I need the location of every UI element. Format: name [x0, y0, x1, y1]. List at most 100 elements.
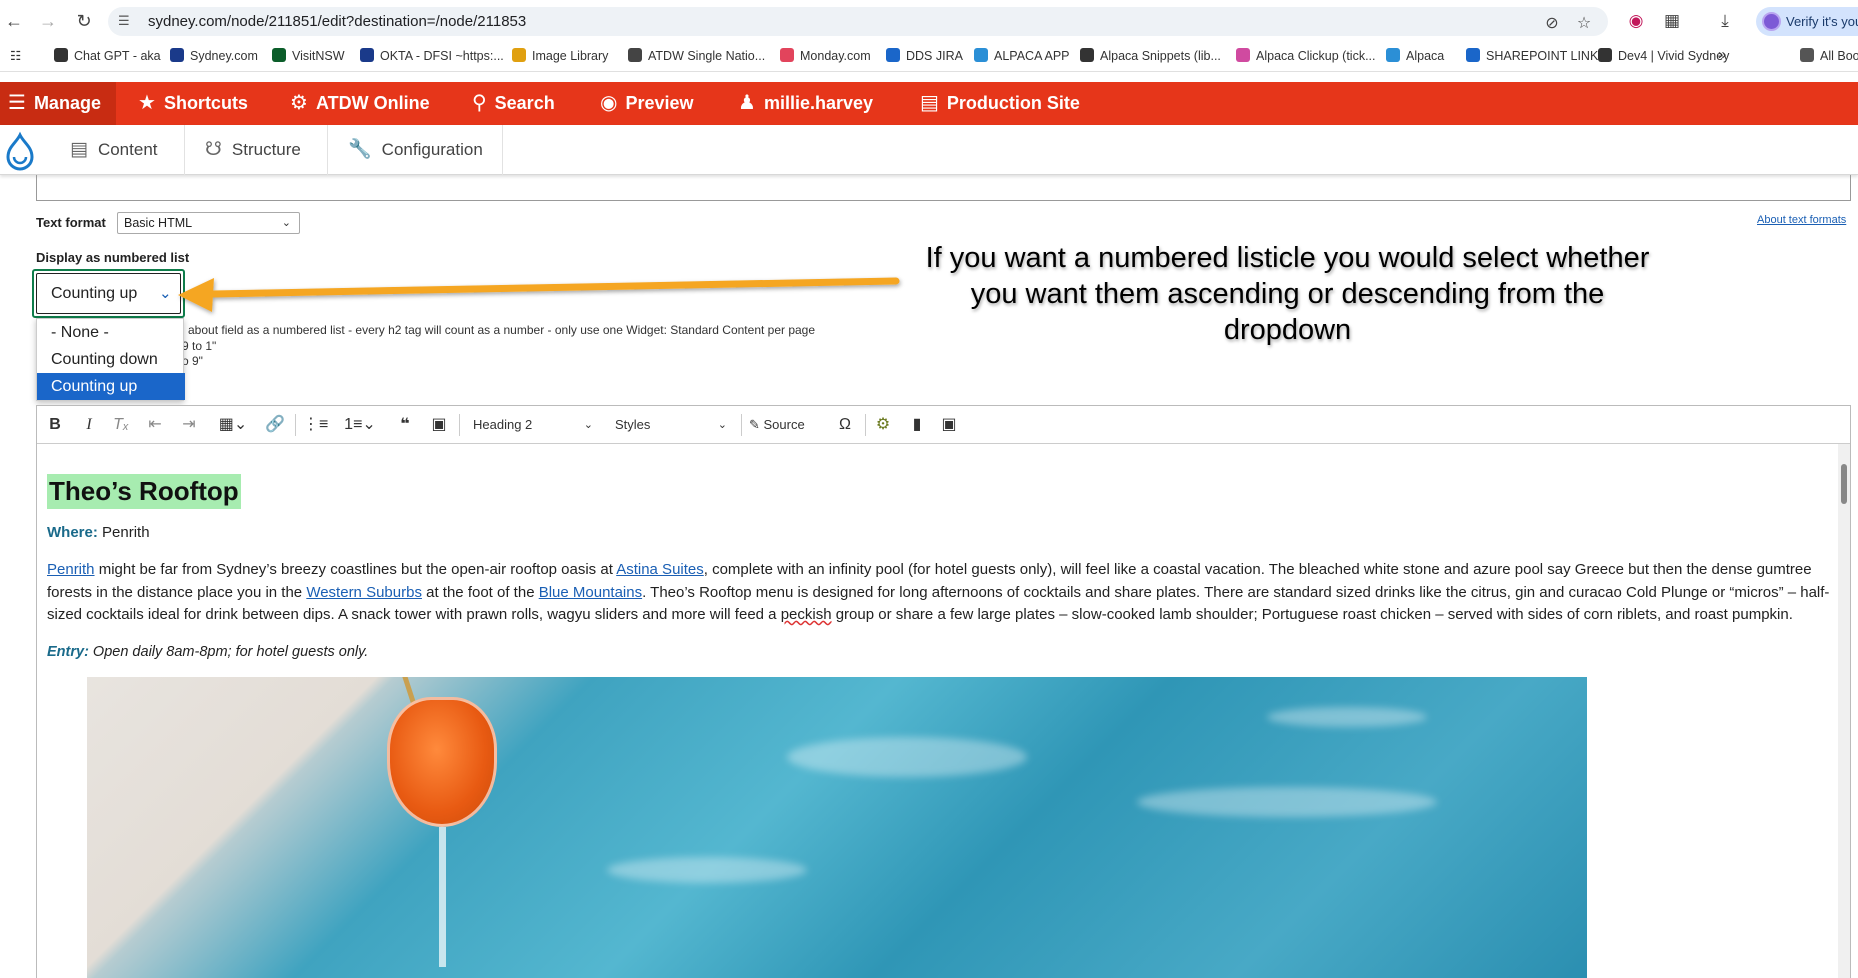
- previous-textarea[interactable]: [36, 175, 1851, 201]
- bookmark-item[interactable]: ALPACA APP: [974, 48, 1070, 63]
- numbered-list-description: about field as a numbered list - every h…: [188, 323, 816, 337]
- eye-off-icon[interactable]: ⊘: [1542, 14, 1562, 34]
- widget-icon[interactable]: ⚙: [871, 413, 895, 437]
- puzzle-icon[interactable]: ▦: [1660, 9, 1684, 33]
- drupal-logo-icon[interactable]: [0, 125, 42, 175]
- extension-icon[interactable]: ◉: [1624, 9, 1648, 33]
- user-label: millie.harvey: [763, 93, 874, 113]
- western-suburbs-link[interactable]: Western Suburbs: [306, 584, 422, 601]
- url-text[interactable]: sydney.com/node/211851/edit?destination=…: [148, 13, 526, 30]
- editor-scrollbar[interactable]: [1838, 444, 1850, 978]
- bookmark-item[interactable]: ATDW Single Natio...: [628, 48, 765, 63]
- toolbar-separator: [741, 414, 742, 436]
- back-icon[interactable]: ←: [2, 9, 26, 33]
- site-info-icon[interactable]: ☰: [118, 12, 136, 30]
- tray-structure[interactable]: ☋ Structure: [185, 125, 328, 175]
- bookmark-label: ATDW Single Natio...: [648, 49, 766, 63]
- indent-icon[interactable]: ⇥: [177, 413, 201, 437]
- styles-dropdown[interactable]: Styles ⌄: [615, 413, 727, 437]
- numbered-list-icon[interactable]: 1≡⌄: [339, 413, 381, 437]
- italic-icon[interactable]: I: [77, 413, 101, 437]
- heading-dropdown-label: Heading 2: [473, 417, 533, 432]
- address-bar[interactable]: ☰ sydney.com/node/211851/edit?destinatio…: [108, 7, 1608, 36]
- search-icon: ⚲: [472, 92, 487, 114]
- numbered-list-value: Counting up: [51, 285, 138, 302]
- reload-icon[interactable]: ↻: [72, 9, 96, 33]
- bookmark-item[interactable]: VisitNSW: [272, 48, 345, 63]
- camera-icon[interactable]: ▣: [937, 413, 961, 437]
- bookmark-label: OKTA - DFSI ~https:...: [380, 49, 504, 63]
- option-counting-up[interactable]: Counting up: [37, 373, 185, 400]
- remove-format-icon[interactable]: Tₓ: [109, 413, 133, 437]
- drupal-manage-bar: ☰ Manage ★ Shortcuts ⚙ ATDW Online ⚲ Search …: [0, 82, 1858, 125]
- bookmark-item[interactable]: Alpaca Clickup (tick...: [1236, 48, 1375, 63]
- more-bookmarks-icon[interactable]: »: [1718, 46, 1726, 63]
- bulleted-list-icon[interactable]: ⋮≡: [303, 413, 328, 437]
- penrith-link[interactable]: Penrith: [47, 561, 95, 578]
- bookmark-item[interactable]: All Boo: [1800, 48, 1858, 63]
- manage-menu[interactable]: ☰ Manage: [0, 82, 116, 125]
- option-none[interactable]: - None -: [37, 319, 185, 346]
- forward-icon[interactable]: →: [36, 9, 60, 33]
- bookmark-label: SHAREPOINT LINK: [1486, 49, 1599, 63]
- atdw-label: ATDW Online: [315, 93, 430, 113]
- bookmark-item[interactable]: Dev4 | Vivid Sydney: [1598, 48, 1729, 63]
- hamburger-icon: ☰: [8, 92, 26, 114]
- numbered-list-select[interactable]: Counting up ⌄: [32, 269, 185, 318]
- cocktail-glass: [387, 697, 497, 827]
- production-site-menu[interactable]: ▤ Production Site: [920, 82, 1080, 125]
- annotation-text: If you want a numbered listicle you woul…: [925, 242, 1650, 346]
- special-characters-icon[interactable]: Ω: [833, 413, 857, 437]
- outdent-icon[interactable]: ⇤: [143, 413, 167, 437]
- tray-content[interactable]: ▤ Content: [50, 125, 185, 175]
- pool-cocktail-image[interactable]: [87, 677, 1587, 978]
- entry-label: Entry:: [47, 644, 89, 660]
- preview-label: Preview: [625, 93, 694, 113]
- bookmark-item[interactable]: Monday.com: [780, 48, 871, 63]
- search-menu[interactable]: ⚲ Search: [472, 82, 555, 125]
- bookmark-item[interactable]: Chat GPT - aka: [54, 48, 161, 63]
- option-counting-down[interactable]: Counting down: [37, 346, 185, 373]
- shortcuts-menu[interactable]: ★ Shortcuts: [138, 82, 248, 125]
- preview-menu[interactable]: ◉ Preview: [600, 82, 694, 125]
- astina-suites-link[interactable]: Astina Suites: [616, 561, 704, 578]
- rich-text-editor: B I Tₓ ⇤ ⇥ ▦⌄ 🔗 ⋮≡ 1≡⌄ ❝ ▣ Heading 2 ⌄ St…: [36, 405, 1851, 978]
- download-icon[interactable]: ⤓: [1713, 9, 1737, 33]
- link-icon[interactable]: 🔗: [263, 413, 287, 437]
- text-format-label: Text format: [36, 215, 106, 230]
- entry-value: Open daily 8am-8pm; for hotel guests onl…: [88, 644, 369, 660]
- star-icon[interactable]: ☆: [1574, 14, 1594, 34]
- source-button[interactable]: ✎ Source: [749, 413, 829, 437]
- bookmark-item[interactable]: Alpaca Snippets (lib...: [1080, 48, 1221, 63]
- blue-mountains-link[interactable]: Blue Mountains: [539, 584, 642, 601]
- image-icon[interactable]: ▣: [427, 413, 451, 437]
- about-text-formats-link[interactable]: About text formats: [1757, 214, 1846, 226]
- table-icon[interactable]: ▦⌄: [213, 413, 253, 437]
- user-menu[interactable]: ♟ millie.harvey: [738, 82, 873, 125]
- bookmark-item[interactable]: Alpaca: [1386, 48, 1444, 63]
- blockquote-icon[interactable]: ❝: [393, 413, 417, 437]
- tray-configuration[interactable]: 🔧 Configuration: [328, 125, 503, 175]
- text-format-select[interactable]: Basic HTML ⌄: [117, 212, 300, 234]
- scroll-thumb[interactable]: [1841, 464, 1847, 504]
- star-icon: ★: [138, 92, 156, 114]
- bookmark-item[interactable]: Sydney.com: [170, 48, 258, 63]
- bookmark-item[interactable]: DDS JIRA: [886, 48, 963, 63]
- editor-toolbar: B I Tₓ ⇤ ⇥ ▦⌄ 🔗 ⋮≡ 1≡⌄ ❝ ▣ Heading 2 ⌄ St…: [37, 406, 1850, 444]
- para-text: at the foot of the: [421, 583, 539, 601]
- editor-content[interactable]: Theo’s Rooftop Where: Penrith Penrith mi…: [37, 444, 1850, 978]
- bold-icon[interactable]: B: [43, 413, 67, 437]
- toolbar-separator: [459, 414, 460, 436]
- heading-dropdown[interactable]: Heading 2 ⌄: [473, 413, 593, 437]
- bookmark-item[interactable]: OKTA - DFSI ~https:...: [360, 48, 504, 63]
- styles-dropdown-label: Styles: [615, 417, 651, 432]
- content-paragraph: Penrith might be far from Sydney’s breez…: [47, 559, 1837, 627]
- bookmark-label: VisitNSW: [292, 49, 345, 63]
- atdw-menu[interactable]: ⚙ ATDW Online: [290, 82, 430, 125]
- apps-grid-icon[interactable]: ☷: [10, 48, 21, 63]
- bookmark-item[interactable]: SHAREPOINT LINK: [1466, 48, 1598, 63]
- bookmark-label: ALPACA APP: [994, 49, 1070, 63]
- bookmark-item[interactable]: Image Library: [512, 48, 608, 63]
- verify-profile-button[interactable]: Verify it's you: [1756, 7, 1858, 36]
- media-embed-icon[interactable]: ▮: [905, 413, 929, 437]
